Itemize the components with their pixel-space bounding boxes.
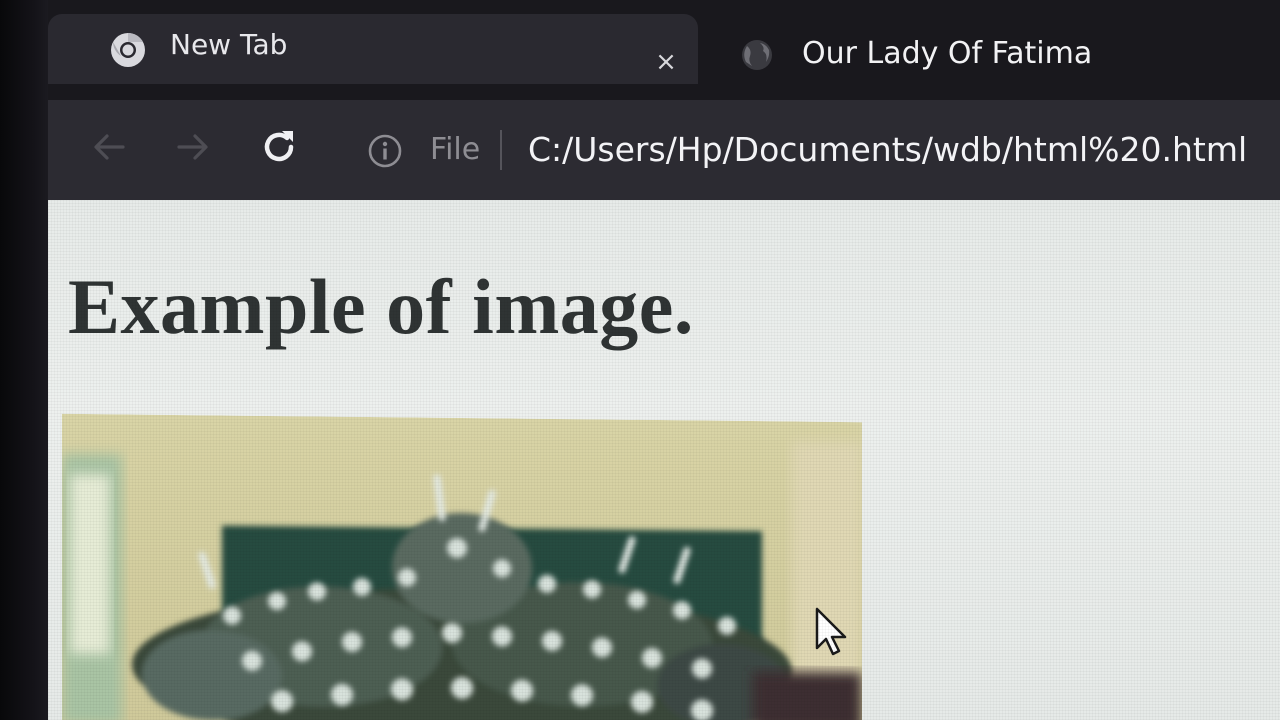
class-photo — [62, 413, 862, 720]
tab-title: Our Lady Of Fatima — [802, 36, 1093, 71]
chrome-icon — [108, 30, 148, 77]
reload-icon — [264, 131, 294, 162]
back-arrow-icon — [94, 134, 125, 160]
browser-chrome: New Tab × Our Lady Of Fatima File C:/Use… — [48, 0, 1280, 205]
mouse-cursor-icon — [814, 606, 850, 662]
tab-strip: New Tab × Our Lady Of Fatima — [48, 0, 1280, 100]
back-button[interactable] — [86, 124, 132, 170]
tab-title: New Tab — [170, 28, 288, 61]
tab-new-tab[interactable]: New Tab × — [48, 14, 698, 84]
omnibox-divider — [500, 130, 502, 170]
info-icon[interactable] — [366, 132, 404, 174]
forward-arrow-icon — [177, 134, 208, 160]
address-bar[interactable]: File C:/Users/Hp/Documents/wdb/html%20.h… — [348, 118, 1278, 186]
page-viewport: Example of image. — [48, 200, 1280, 720]
tab-our-lady-of-fatima[interactable]: Our Lady Of Fatima — [738, 14, 1258, 84]
security-chip-label: File — [430, 132, 481, 167]
monitor-bezel — [0, 0, 48, 720]
globe-icon — [738, 36, 776, 81]
forward-button[interactable] — [170, 124, 216, 170]
url-text[interactable]: C:/Users/Hp/Documents/wdb/html%20.html — [528, 130, 1247, 169]
close-tab-icon[interactable]: × — [652, 48, 680, 76]
toolbar: File C:/Users/Hp/Documents/wdb/html%20.h… — [48, 100, 1280, 205]
page-heading: Example of image. — [68, 263, 694, 350]
reload-button[interactable] — [256, 124, 302, 170]
